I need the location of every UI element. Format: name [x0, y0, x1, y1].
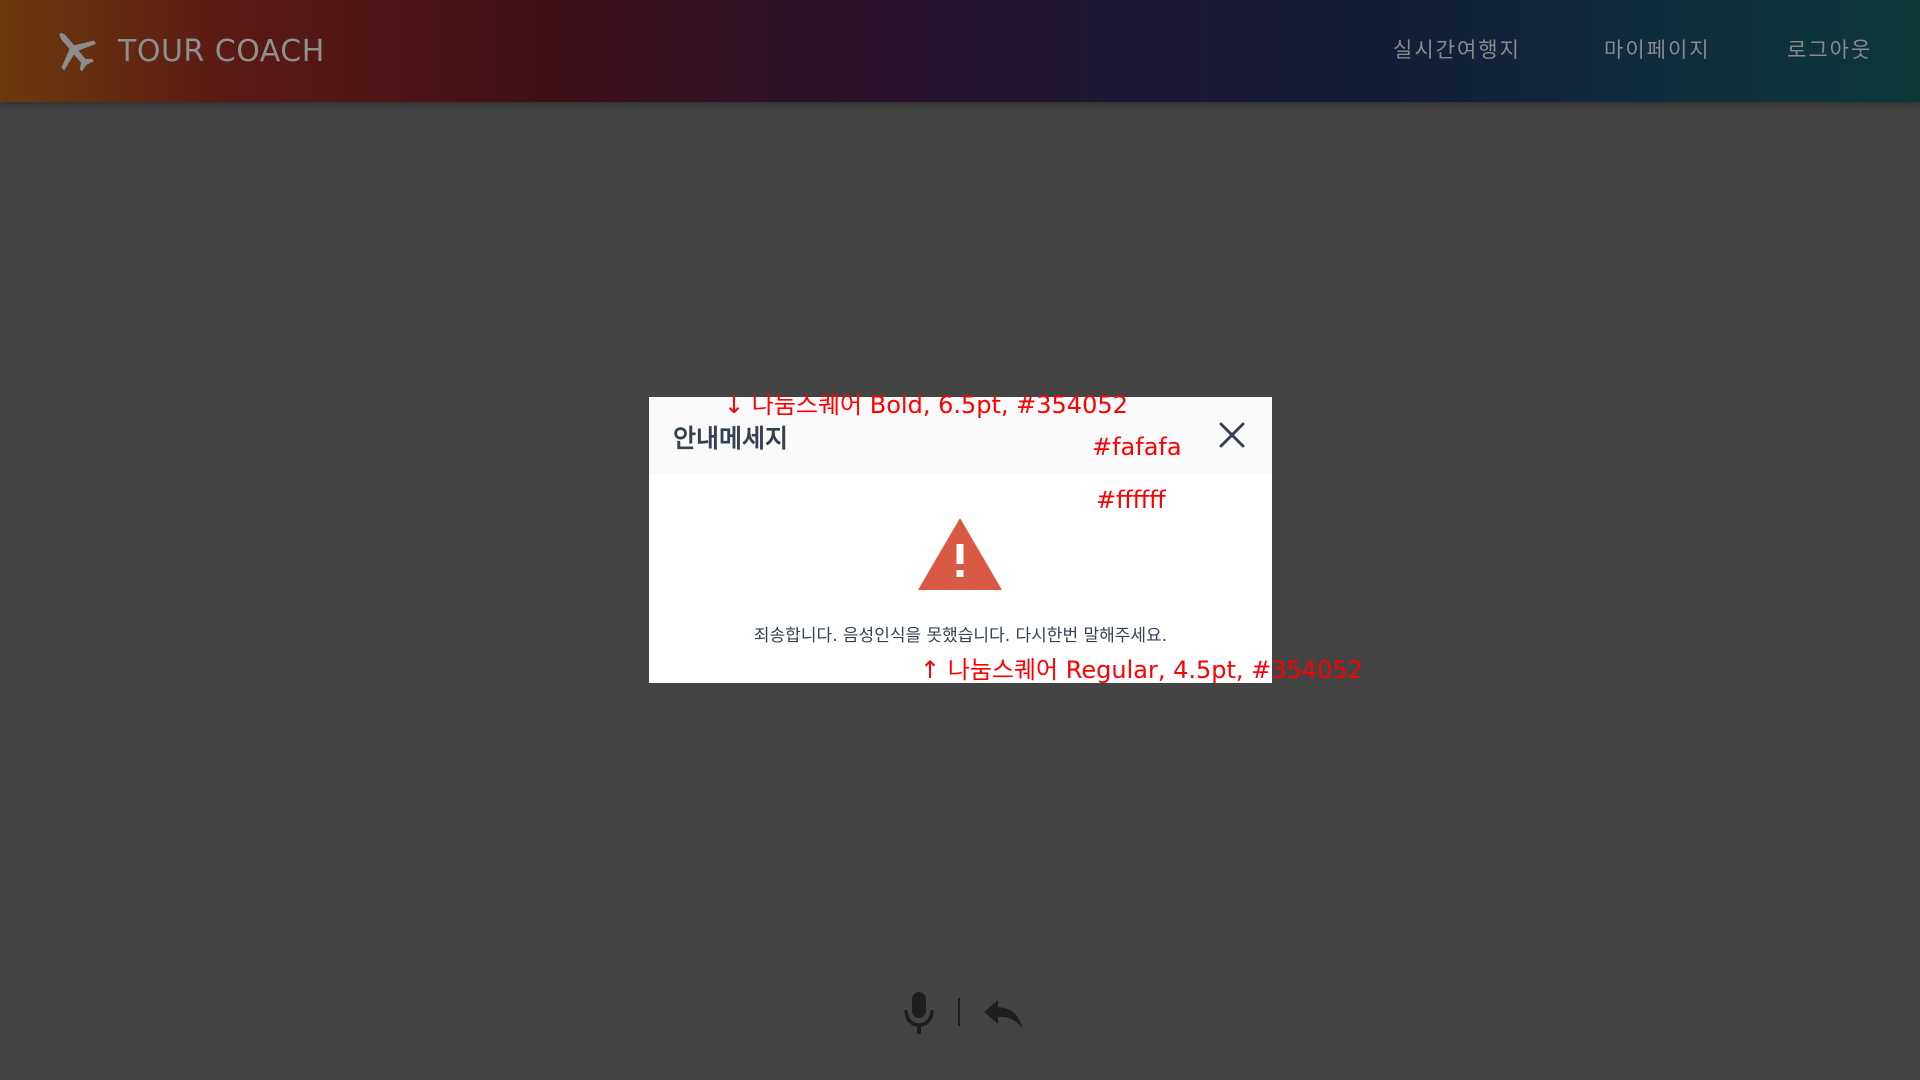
logo-text: TOUR COACH [118, 33, 325, 69]
nav-logout[interactable]: 로그아웃 [1787, 34, 1872, 66]
annotation-header-bg: #fafafa [1092, 433, 1182, 461]
reply-button[interactable] [982, 998, 1024, 1030]
close-icon [1219, 422, 1245, 448]
microphone-button[interactable] [898, 992, 940, 1036]
annotation-title-spec: ↓ 나눔스퀘어 Bold, 6.5pt, #354052 [724, 391, 1128, 419]
reply-icon [984, 1000, 1022, 1028]
nav-my-page[interactable]: 마이페이지 [1604, 34, 1711, 66]
close-button[interactable] [1214, 417, 1250, 453]
airplane-icon [59, 32, 97, 72]
dialog-title: 안내메세지 [673, 424, 789, 453]
annotation-message-spec: ↑ 나눔스퀘어 Regular, 4.5pt, #354052 [920, 656, 1363, 684]
dialog-message: 죄송합니다. 음성인식을 못했습니다. 다시한번 말해주세요. [753, 626, 1168, 646]
controls-divider [958, 998, 960, 1026]
annotation-body-bg: #ffffff [1096, 486, 1166, 514]
microphone-icon [904, 992, 934, 1034]
nav-realtime-destinations[interactable]: 실시간여행지 [1393, 34, 1521, 66]
top-header: TOUR COACH 실시간여행지 마이페이지 로그아웃 [0, 0, 1920, 102]
logo[interactable]: TOUR COACH [50, 26, 325, 76]
warning-icon [918, 518, 1002, 590]
